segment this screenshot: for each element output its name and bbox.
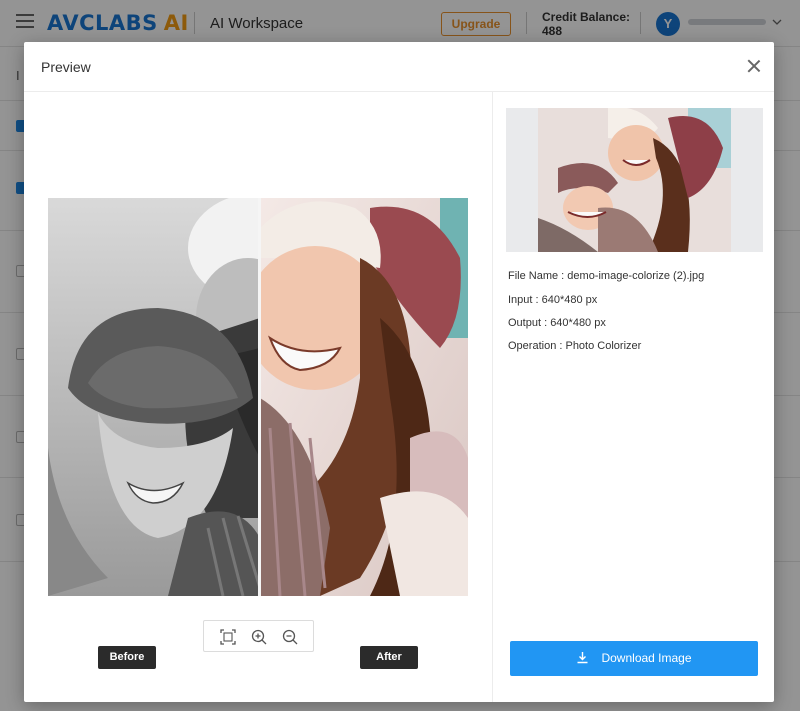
result-thumbnail <box>506 108 763 252</box>
input-size: Input : 640*480 px <box>508 294 598 306</box>
operation: Operation : Photo Colorizer <box>508 340 642 352</box>
compare-pane: Before After <box>24 92 493 702</box>
after-image <box>260 198 468 596</box>
zoom-out-icon[interactable] <box>281 628 299 646</box>
file-name: File Name : demo-image-colorize (2).jpg <box>508 270 705 282</box>
download-icon <box>577 651 588 664</box>
zoom-toolbar <box>203 620 314 652</box>
after-label: After <box>360 646 418 669</box>
before-after-image[interactable] <box>48 198 468 596</box>
output-size: Output : 640*480 px <box>508 317 606 329</box>
preview-modal: Preview Before After File Name: demo-im… <box>24 42 774 702</box>
modal-title: Preview <box>41 59 91 75</box>
close-icon[interactable] <box>746 58 762 74</box>
before-image <box>48 198 260 596</box>
download-label: Download Image <box>601 651 692 665</box>
compare-slider-handle[interactable] <box>258 198 261 596</box>
zoom-in-icon[interactable] <box>250 628 268 646</box>
before-label: Before <box>98 646 156 669</box>
thumbnail-image <box>538 108 731 252</box>
details-pane: File Name : demo-image-colorize (2).jpg … <box>493 92 774 702</box>
download-image-button[interactable]: Download Image <box>510 641 758 676</box>
fit-screen-icon[interactable] <box>219 628 237 646</box>
modal-header: Preview <box>24 42 774 92</box>
